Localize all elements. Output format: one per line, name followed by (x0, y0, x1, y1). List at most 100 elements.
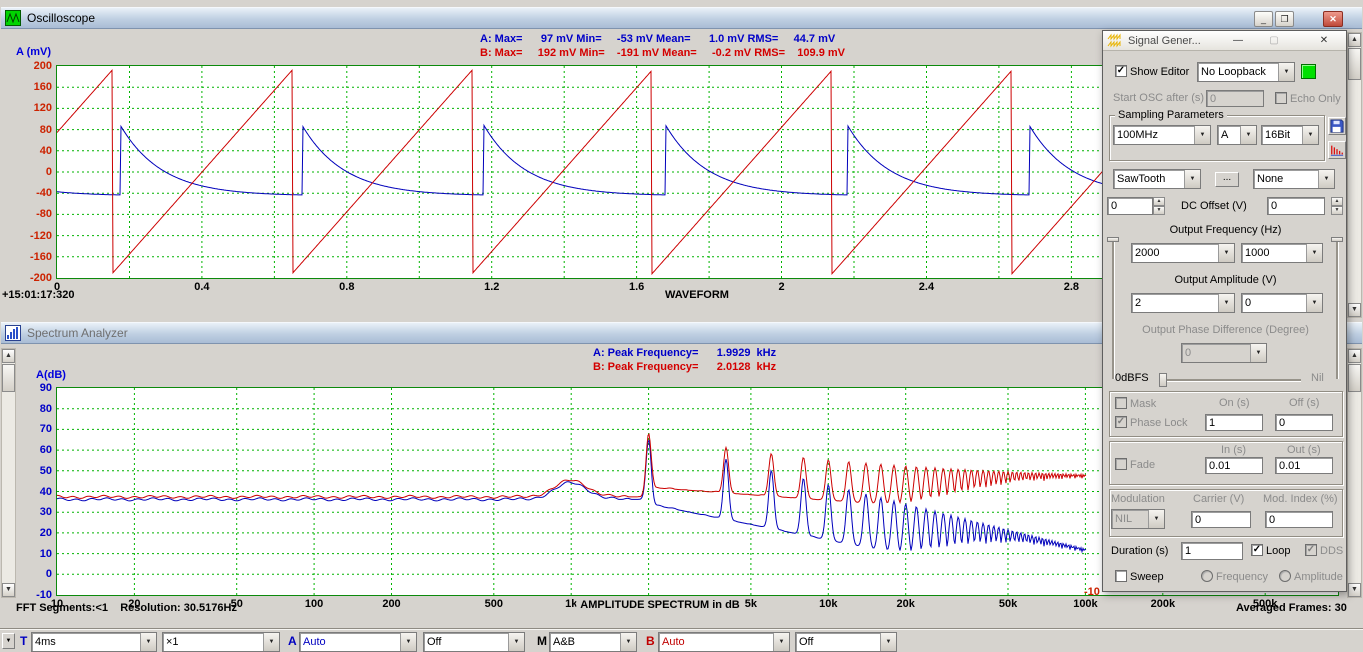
maximize-button[interactable]: ▢ (1265, 33, 1283, 49)
phase-lock-off-input[interactable]: 0 (1275, 414, 1333, 431)
a-trigger-select[interactable]: Auto ▼ (299, 632, 417, 652)
amplitude-slider-b[interactable] (1336, 237, 1338, 379)
chevron-down-icon[interactable]: ▼ (1184, 170, 1200, 188)
chevron-down-icon[interactable]: ▼ (1218, 294, 1234, 312)
restore-button[interactable]: ❐ (1275, 11, 1294, 27)
timebase-select[interactable]: 4ms ▼ (31, 632, 157, 652)
sampling-rate-select[interactable]: 100MHz ▼ (1113, 125, 1211, 145)
filter-button[interactable] (1328, 141, 1346, 159)
scroll-down-icon[interactable]: ▼ (2, 583, 15, 597)
view-mode-select[interactable]: A&B ▼ (549, 632, 637, 652)
chevron-down-icon[interactable]: ▼ (1148, 510, 1164, 528)
loopback-select[interactable]: No Loopback ▼ (1197, 62, 1295, 82)
loop-checkbox[interactable]: ✓ (1251, 544, 1263, 556)
chevron-down-icon[interactable]: ▼ (880, 633, 896, 651)
slider-thumb[interactable] (1107, 237, 1119, 242)
scroll-down-icon[interactable]: ▼ (1348, 583, 1361, 597)
frequency-radio[interactable] (1201, 570, 1213, 582)
modulation-select[interactable]: NIL ▼ (1111, 509, 1165, 529)
chevron-down-icon[interactable]: ▼ (1302, 126, 1318, 144)
spin-down-icon[interactable]: ▼ (1153, 206, 1165, 215)
mod-index-label: Mod. Index (%) (1263, 493, 1338, 505)
mask-checkbox[interactable] (1115, 397, 1127, 409)
phase-difference-select[interactable]: 0 ▼ (1181, 343, 1267, 363)
chevron-down-icon[interactable]: ▼ (140, 633, 156, 651)
waveform-select[interactable]: SawTooth ▼ (1113, 169, 1201, 189)
multiplier-select[interactable]: ×1 ▼ (162, 632, 280, 652)
dc-offset-b-spinner[interactable]: ▲ ▼ (1331, 197, 1343, 215)
mod-index-input[interactable]: 0 (1265, 511, 1333, 528)
spec-left-scrollbar[interactable]: ▲ ▼ (1, 348, 16, 598)
chevron-down-icon[interactable]: ▼ (1240, 126, 1256, 144)
chevron-down-icon[interactable]: ▼ (1306, 294, 1322, 312)
scroll-up-icon[interactable]: ▲ (1348, 349, 1361, 363)
frequency-b-select[interactable]: 1000 ▼ (1241, 243, 1323, 263)
osc-vertical-scrollbar[interactable]: ▲ ▼ (1347, 32, 1362, 318)
close-button[interactable]: ✕ (1315, 33, 1333, 49)
scrollbar-thumb[interactable] (1348, 364, 1361, 392)
waveform-editor-button[interactable]: ... (1215, 172, 1239, 187)
frequency-a-select[interactable]: 2000 ▼ (1131, 243, 1235, 263)
scroll-down-icon[interactable]: ▼ (1348, 303, 1361, 317)
slider-thumb[interactable] (1331, 237, 1343, 242)
echo-only-label: Echo Only (1290, 93, 1341, 105)
scrollbar-thumb[interactable] (1348, 48, 1361, 80)
signal-generator-titlebar[interactable]: Signal Gener... (1103, 31, 1346, 51)
chevron-down-icon[interactable]: ▼ (773, 633, 789, 651)
start-osc-input[interactable]: 0 (1206, 90, 1264, 107)
level-slider[interactable] (1159, 379, 1301, 381)
minimize-button[interactable]: _ (1254, 11, 1273, 27)
spin-up-icon[interactable]: ▲ (1153, 197, 1165, 206)
spin-up-icon[interactable]: ▲ (1331, 197, 1343, 206)
chevron-down-icon[interactable]: ▼ (1194, 126, 1210, 144)
chevron-down-icon[interactable]: ▼ (620, 633, 636, 651)
axis-tick-label: -120 (0, 230, 52, 242)
chevron-down-icon[interactable]: ▼ (1278, 63, 1294, 81)
dc-offset-a-input[interactable]: 0 (1107, 197, 1153, 215)
chevron-down-icon[interactable]: ▼ (400, 633, 416, 651)
chevron-down-icon[interactable]: ▼ (263, 633, 279, 651)
chevron-down-icon[interactable]: ▼ (1318, 170, 1334, 188)
minimize-button[interactable]: — (1229, 33, 1247, 49)
amplitude-radio[interactable] (1279, 570, 1291, 582)
dc-offset-a-spinner[interactable]: ▲ ▼ (1153, 197, 1165, 215)
output-status-button[interactable] (1301, 64, 1316, 79)
phase-lock-checkbox[interactable]: ✓ (1115, 416, 1127, 428)
wave-option-select[interactable]: None ▼ (1253, 169, 1335, 189)
dc-offset-b-input[interactable]: 0 (1267, 197, 1325, 215)
fade-out-input[interactable]: 0.01 (1275, 457, 1333, 474)
close-button[interactable]: ✕ (1323, 11, 1343, 27)
slider-thumb[interactable] (1159, 373, 1167, 387)
b-trigger-select[interactable]: Auto ▼ (658, 632, 790, 652)
save-button[interactable] (1328, 117, 1346, 135)
spin-down-icon[interactable]: ▼ (1331, 206, 1343, 215)
show-editor-checkbox[interactable]: ✓ (1115, 65, 1127, 77)
carrier-input[interactable]: 0 (1191, 511, 1251, 528)
a-mode-select[interactable]: Off ▼ (423, 632, 525, 652)
toolbar-options-button[interactable]: ▼ (2, 633, 15, 649)
oscilloscope-titlebar[interactable]: Oscilloscope _ ❐ ✕ (1, 7, 1362, 29)
chevron-down-icon[interactable]: ▼ (508, 633, 524, 651)
chevron-down-icon[interactable]: ▼ (1306, 244, 1322, 262)
axis-tick-label: 160 (0, 81, 52, 93)
echo-only-checkbox[interactable] (1275, 92, 1287, 104)
scroll-up-icon[interactable]: ▲ (2, 349, 15, 363)
amplitude-slider-a[interactable] (1112, 237, 1114, 379)
b-mode-select[interactable]: Off ▼ (795, 632, 897, 652)
spec-vertical-scrollbar[interactable]: ▲ ▼ (1347, 348, 1362, 598)
chevron-down-icon[interactable]: ▼ (1250, 344, 1266, 362)
fade-checkbox[interactable] (1115, 458, 1127, 470)
dds-checkbox[interactable]: ✓ (1305, 544, 1317, 556)
sampling-channel-select[interactable]: A ▼ (1217, 125, 1257, 145)
fade-in-input[interactable]: 0.01 (1205, 457, 1263, 474)
duration-input[interactable]: 1 (1181, 542, 1243, 560)
amplitude-b-select[interactable]: 0 ▼ (1241, 293, 1323, 313)
chevron-down-icon[interactable]: ▼ (1218, 244, 1234, 262)
scrollbar-thumb[interactable] (2, 364, 15, 392)
axis-tick-label: 2.8 (1064, 281, 1079, 293)
phase-lock-on-input[interactable]: 1 (1205, 414, 1263, 431)
sweep-checkbox[interactable] (1115, 570, 1127, 582)
amplitude-a-select[interactable]: 2 ▼ (1131, 293, 1235, 313)
scroll-up-icon[interactable]: ▲ (1348, 33, 1361, 47)
sampling-bits-select[interactable]: 16Bit ▼ (1261, 125, 1319, 145)
